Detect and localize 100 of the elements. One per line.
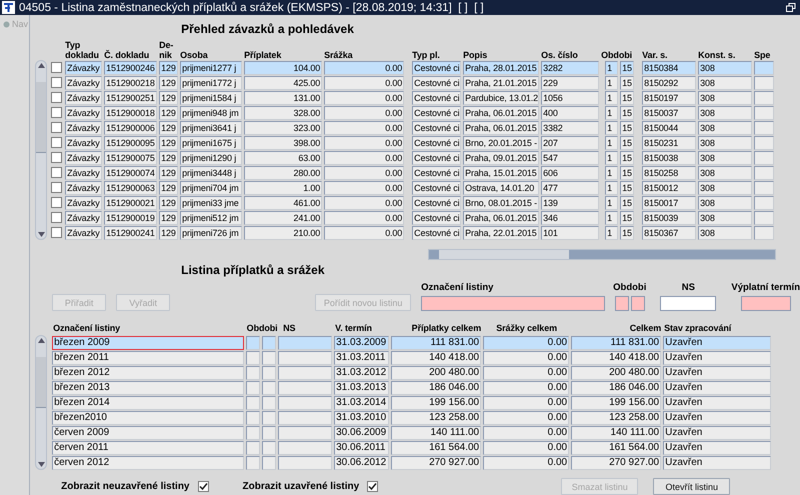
text-field[interactable]: 0.00 — [324, 106, 404, 120]
text-field[interactable] — [754, 150, 774, 164]
text-field[interactable]: 1 — [605, 226, 618, 240]
text-field[interactable]: 1512900251 — [104, 90, 158, 104]
row-checkbox[interactable] — [51, 122, 62, 133]
text-field[interactable]: 129 — [159, 196, 178, 210]
text-field[interactable]: 1.00 — [244, 180, 322, 194]
text-field[interactable]: 129 — [159, 226, 178, 240]
text-field[interactable]: Závazky — [65, 136, 102, 150]
restore-icon[interactable] — [786, 3, 796, 12]
text-field[interactable]: březen 2013 — [52, 380, 244, 394]
text-field[interactable] — [246, 396, 260, 410]
text-field[interactable]: 346 — [541, 210, 600, 224]
text-field[interactable] — [754, 180, 774, 194]
text-field[interactable]: 0.00 — [483, 456, 570, 470]
text-field[interactable]: červen 2012 — [52, 456, 244, 470]
text-field[interactable]: 0.00 — [483, 410, 570, 424]
text-field[interactable] — [754, 106, 774, 120]
row-checkbox[interactable] — [51, 77, 62, 88]
vertical-scrollbar[interactable] — [35, 335, 48, 470]
text-field[interactable]: 140 111.00 — [391, 426, 482, 440]
text-field[interactable]: Cestovné ci — [412, 60, 462, 74]
text-field[interactable]: 0.00 — [483, 336, 570, 350]
text-field[interactable]: 1512900241 — [104, 226, 158, 240]
text-field[interactable]: 30.06.2012 — [334, 456, 390, 470]
text-field[interactable] — [278, 366, 332, 380]
text-field[interactable]: Závazky — [65, 226, 102, 240]
text-field[interactable]: 63.00 — [244, 150, 322, 164]
text-field[interactable]: 31.03.2011 — [334, 350, 390, 364]
text-field[interactable] — [262, 396, 276, 410]
text-field[interactable]: 1 — [605, 196, 618, 210]
text-field[interactable]: 1512900074 — [104, 166, 158, 180]
text-field[interactable]: 15 — [620, 150, 634, 164]
text-field[interactable]: 8150012 — [642, 180, 696, 194]
text-field[interactable]: 199 156.00 — [391, 396, 482, 410]
text-field[interactable] — [262, 350, 276, 364]
text-field[interactable] — [278, 380, 332, 394]
text-field[interactable]: 8150044 — [642, 120, 696, 134]
text-field[interactable]: 140 418.00 — [571, 350, 662, 364]
text-field[interactable]: 15 — [620, 196, 634, 210]
text-field[interactable]: prijmeni1290 j — [180, 150, 242, 164]
text-field[interactable]: 8150038 — [642, 150, 696, 164]
text-field[interactable]: Závazky — [65, 210, 102, 224]
text-field[interactable]: 0.00 — [324, 120, 404, 134]
text-field[interactable] — [754, 90, 774, 104]
text-field[interactable]: 15 — [620, 60, 634, 74]
text-field[interactable]: prijmeni3641 j — [180, 120, 242, 134]
text-field[interactable]: Závazky — [65, 76, 102, 90]
text-field[interactable] — [754, 120, 774, 134]
text-field[interactable]: 0.00 — [483, 350, 570, 364]
text-field[interactable]: Cestovné ci — [412, 226, 462, 240]
text-field[interactable]: 425.00 — [244, 76, 322, 90]
row-checkbox[interactable] — [51, 137, 62, 148]
text-field[interactable]: 0.00 — [483, 440, 570, 454]
text-field[interactable]: 15 — [620, 166, 634, 180]
text-field[interactable]: 0.00 — [483, 426, 570, 440]
text-field[interactable]: 129 — [159, 210, 178, 224]
text-field[interactable] — [262, 410, 276, 424]
text-field[interactable]: 308 — [698, 60, 752, 74]
text-field[interactable]: 1512900018 — [104, 106, 158, 120]
text-field[interactable]: 461.00 — [244, 196, 322, 210]
row-checkbox[interactable] — [51, 182, 62, 193]
text-field[interactable]: březen 2012 — [52, 366, 244, 380]
text-field[interactable]: červen 2011 — [52, 440, 244, 454]
scroll-up-icon[interactable] — [38, 63, 45, 68]
text-field[interactable]: 186 046.00 — [391, 380, 482, 394]
text-field[interactable]: prijmeni1277 j — [180, 60, 242, 74]
text-field[interactable]: Pardubice, 13.01.2 — [463, 90, 540, 104]
text-field[interactable]: 229 — [541, 76, 600, 90]
text-field[interactable]: Cestovné ci — [412, 136, 462, 150]
text-field[interactable]: 308 — [698, 76, 752, 90]
text-field[interactable]: Praha, 28.01.2015 — [463, 60, 540, 74]
text-field[interactable]: 31.03.2010 — [334, 410, 390, 424]
text-field[interactable]: Brno, 20.01.2015 - — [463, 136, 540, 150]
checkbox[interactable] — [367, 481, 378, 492]
row-checkbox[interactable] — [51, 167, 62, 178]
scroll-down-icon[interactable] — [38, 462, 45, 467]
text-field[interactable] — [246, 426, 260, 440]
text-field[interactable]: Cestovné ci — [412, 106, 462, 120]
text-field[interactable]: 31.03.2009 — [334, 336, 390, 350]
text-field[interactable]: 0.00 — [324, 76, 404, 90]
text-field[interactable]: Uzavřen — [663, 366, 772, 380]
text-field[interactable] — [246, 440, 260, 454]
scroll-down-icon[interactable] — [38, 232, 45, 237]
text-field[interactable]: Praha, 06.01.2015 — [463, 106, 540, 120]
text-field[interactable]: prijmeni726 jm — [180, 226, 242, 240]
text-field[interactable]: 1 — [605, 60, 618, 74]
text-field[interactable]: prijmeni704 jm — [180, 180, 242, 194]
text-field[interactable]: 15 — [620, 120, 634, 134]
input-field[interactable] — [660, 296, 716, 311]
text-field[interactable] — [262, 426, 276, 440]
text-field[interactable]: 200 480.00 — [571, 366, 662, 380]
text-field[interactable] — [278, 440, 332, 454]
text-field[interactable] — [754, 60, 774, 74]
text-field[interactable]: Uzavřen — [663, 350, 772, 364]
text-field[interactable]: 308 — [698, 106, 752, 120]
text-field[interactable] — [262, 366, 276, 380]
text-field[interactable]: 161 564.00 — [571, 440, 662, 454]
text-field[interactable]: 8150197 — [642, 90, 696, 104]
text-field[interactable]: 1 — [605, 210, 618, 224]
